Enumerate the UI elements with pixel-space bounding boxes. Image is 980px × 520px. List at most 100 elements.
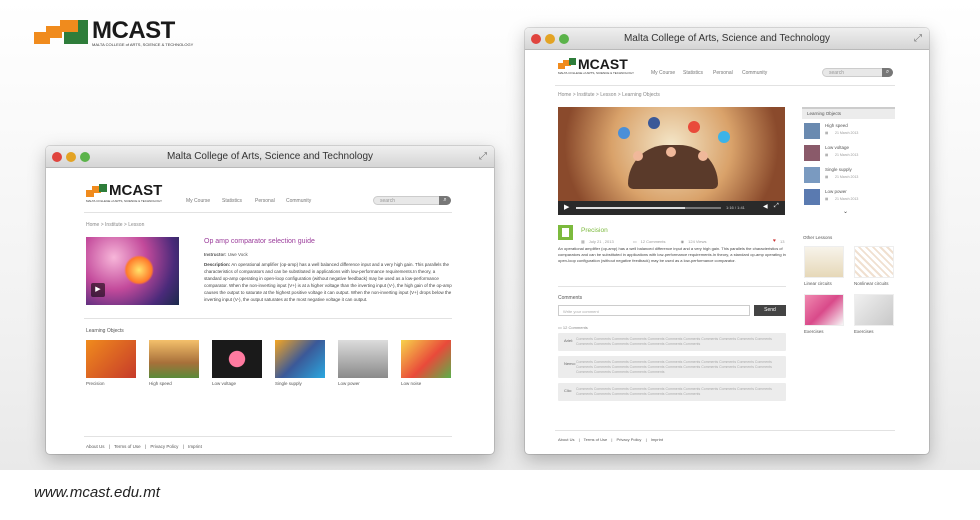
window-lesson: Malta College of Arts, Science and Techn… bbox=[46, 146, 494, 454]
learning-object-label[interactable]: High speed bbox=[149, 381, 172, 386]
description: An operational amplifier (op-amp) has a … bbox=[558, 246, 786, 263]
nav-community[interactable]: Community bbox=[286, 198, 311, 204]
learning-object-thumb[interactable] bbox=[401, 340, 451, 378]
date: July 21 , 2013 bbox=[588, 239, 614, 244]
video-player[interactable]: ▶ 1:16 / 1:41 ◀ ⤢ bbox=[558, 107, 785, 215]
divider bbox=[555, 430, 895, 431]
search-button[interactable]: ⌕ bbox=[439, 196, 451, 205]
sidebar-object-thumb[interactable] bbox=[804, 145, 820, 161]
comment-input[interactable]: Write your comment bbox=[558, 305, 750, 316]
learning-object-thumb[interactable] bbox=[149, 340, 199, 378]
nav-my-course[interactable]: My Course bbox=[186, 198, 210, 204]
sidebar-object-name[interactable]: Single supply bbox=[825, 167, 852, 172]
search-button[interactable]: ⌕ bbox=[882, 68, 893, 77]
divider bbox=[555, 85, 895, 86]
footer-sep: | bbox=[611, 437, 613, 442]
fullscreen-icon[interactable]: ⤢ bbox=[774, 203, 779, 210]
sidebar-object-date: 21 March 2013 bbox=[835, 175, 859, 179]
titlebar[interactable]: Malta College of Arts, Science and Techn… bbox=[46, 146, 494, 168]
comment-author: Nemo: bbox=[564, 361, 576, 366]
other-lesson-thumb[interactable] bbox=[804, 294, 844, 326]
footer-imprint[interactable]: Imprint bbox=[188, 444, 202, 449]
footer-terms[interactable]: Terms of Use bbox=[584, 437, 608, 442]
learning-object-label[interactable]: Precision bbox=[86, 381, 105, 386]
comment-author: Clio: bbox=[564, 388, 573, 393]
volume-icon[interactable]: ◀ bbox=[763, 203, 768, 210]
sidebar-object-date: 21 March 2013 bbox=[835, 197, 859, 201]
learning-object-label[interactable]: Low power bbox=[338, 381, 360, 386]
footer-about[interactable]: About Us bbox=[86, 444, 105, 449]
calendar-icon: ▦ bbox=[825, 175, 829, 179]
learning-object-thumb[interactable] bbox=[338, 340, 388, 378]
nav-statistics[interactable]: Statistics bbox=[222, 198, 242, 204]
learning-object-thumb[interactable] bbox=[212, 340, 262, 378]
lesson-image[interactable]: ▶ bbox=[86, 237, 179, 305]
other-lesson-thumb[interactable] bbox=[804, 246, 844, 278]
nav-personal[interactable]: Personal bbox=[255, 198, 275, 204]
nav-statistics[interactable]: Statistics bbox=[683, 70, 703, 76]
other-lesson-label[interactable]: Exercises bbox=[804, 329, 824, 334]
play-icon[interactable]: ▶ bbox=[564, 203, 569, 211]
learning-object-label[interactable]: Low noise bbox=[401, 381, 421, 386]
footer-privacy[interactable]: Privacy Policy bbox=[150, 444, 178, 449]
learning-object-thumb[interactable] bbox=[275, 340, 325, 378]
footer-sep: | bbox=[108, 444, 110, 449]
search-input[interactable]: search bbox=[373, 196, 443, 205]
sidebar-object-thumb[interactable] bbox=[804, 189, 820, 205]
heart-icon[interactable]: ♥ bbox=[773, 238, 776, 244]
footer-about[interactable]: About Us bbox=[558, 437, 574, 442]
chevron-down-icon[interactable]: ⌄ bbox=[843, 208, 848, 215]
footer-imprint[interactable]: Imprint bbox=[651, 437, 663, 442]
other-lesson-label[interactable]: Nonlinear circuits bbox=[854, 281, 889, 286]
comment-text: Comments Comments Comments Comments Comm… bbox=[576, 360, 772, 374]
mcast-logo[interactable]: MCAST MALTA COLLEGE of ARTS, SCIENCE & T… bbox=[34, 17, 214, 50]
footer-privacy[interactable]: Privacy Policy bbox=[617, 437, 642, 442]
fullscreen-icon[interactable]: ⤢ bbox=[479, 151, 487, 162]
description-label: Description: bbox=[204, 262, 231, 267]
sidebar-object-name[interactable]: High speed bbox=[825, 123, 848, 128]
search-input[interactable]: search bbox=[822, 68, 886, 77]
other-lesson-thumb[interactable] bbox=[854, 246, 894, 278]
other-lesson-label[interactable]: Linear circuits bbox=[804, 281, 832, 286]
calendar-icon: ▦ bbox=[825, 131, 829, 135]
breadcrumb[interactable]: Home > Institute > Lesson > Learning Obj… bbox=[558, 92, 660, 98]
divider bbox=[84, 318, 452, 319]
sidebar-objects-heading: Learning Objects bbox=[807, 111, 842, 116]
comments-total: 12 Comments bbox=[562, 325, 588, 330]
sidebar-object-name[interactable]: Low power bbox=[825, 189, 847, 194]
fullscreen-icon[interactable]: ⤢ bbox=[914, 33, 922, 44]
calendar-icon: ▦ bbox=[825, 153, 829, 157]
sidebar-objects-header: Learning Objects bbox=[802, 107, 895, 119]
nav-my-course[interactable]: My Course bbox=[651, 70, 675, 76]
divider bbox=[84, 212, 452, 213]
website-url[interactable]: www.mcast.edu.mt bbox=[34, 484, 160, 501]
video-progress[interactable] bbox=[576, 207, 721, 209]
comment-item: Ariel: Comments Comments Comments Commen… bbox=[558, 333, 786, 351]
titlebar[interactable]: Malta College of Arts, Science and Techn… bbox=[525, 28, 929, 50]
sidebar-object-thumb[interactable] bbox=[804, 167, 820, 183]
learning-object-thumb[interactable] bbox=[86, 340, 136, 378]
site-logo[interactable]: MCAST MALTA COLLEGE of ARTS, SCIENCE & T… bbox=[86, 182, 166, 204]
nav-community[interactable]: Community bbox=[742, 70, 767, 76]
footer-strip: www.mcast.edu.mt bbox=[0, 470, 980, 520]
other-lesson-thumb[interactable] bbox=[854, 294, 894, 326]
other-lesson-label[interactable]: Exercises bbox=[854, 329, 874, 334]
comment-icon: ▭ bbox=[632, 239, 637, 244]
play-icon[interactable]: ▶ bbox=[91, 283, 105, 297]
comment-item: Nemo: Comments Comments Comments Comment… bbox=[558, 356, 786, 378]
breadcrumb[interactable]: Home > Institute > Lesson bbox=[86, 222, 144, 228]
learning-object-label[interactable]: Low voltage bbox=[212, 381, 236, 386]
lesson-title: Op amp comparator selection guide bbox=[204, 238, 315, 245]
brand-tagline: MALTA COLLEGE of ARTS, SCIENCE & TECHNOL… bbox=[92, 42, 194, 47]
logo-square-icon bbox=[64, 32, 78, 44]
comments-count[interactable]: 12 Comments bbox=[641, 239, 666, 244]
footer-terms[interactable]: Terms of Use bbox=[114, 444, 141, 449]
sidebar-object-name[interactable]: Low voltage bbox=[825, 145, 849, 150]
item-title: Precision bbox=[581, 227, 608, 234]
calendar-icon: ▦ bbox=[581, 239, 585, 244]
sidebar-object-thumb[interactable] bbox=[804, 123, 820, 139]
nav-personal[interactable]: Personal bbox=[713, 70, 733, 76]
learning-object-label[interactable]: Single supply bbox=[275, 381, 302, 386]
site-logo[interactable]: MCAST MALTA COLLEGE of ARTS, SCIENCE & T… bbox=[558, 56, 634, 76]
send-button[interactable]: Send bbox=[754, 305, 786, 316]
